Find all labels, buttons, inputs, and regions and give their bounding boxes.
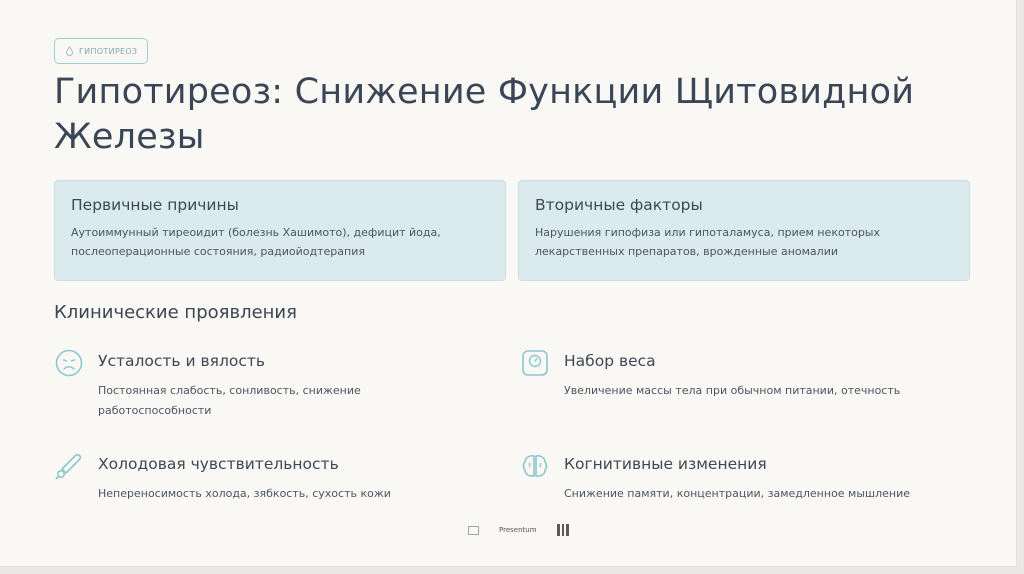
symptom-title: Усталость и вялость [98, 352, 266, 370]
slide: ГИПОТИРЕОЗ Гипотиреоз: Снижение Функции … [0, 0, 1017, 567]
card-text: Аутоиммунный тиреоидит (болезнь Хашимото… [71, 226, 441, 258]
symptom-title: Набор веса [564, 352, 656, 370]
brain-icon [522, 455, 548, 477]
symptom-text: Снижение памяти, концентрации, замедленн… [564, 487, 911, 500]
primary-causes-card: Первичные причины Аутоиммунный тиреоидит… [54, 180, 506, 281]
secondary-factors-card: Вторичные факторы Нарушения гипофиза или… [518, 180, 970, 281]
scale-icon [522, 350, 548, 376]
symptom-text: Непереносимость холода, зябкость, сухост… [98, 487, 391, 500]
qr-code-icon [556, 524, 569, 536]
topic-badge-label: ГИПОТИРЕОЗ [79, 46, 138, 56]
thermometer-icon [55, 453, 82, 480]
page-title: Гипотиреоз: Снижение Функции Щитовидной … [54, 72, 915, 157]
symptom-text: Увеличение массы тела при обычном питани… [564, 384, 901, 397]
topic-badge: ГИПОТИРЕОЗ [54, 38, 149, 64]
footer-brand: Presentum [499, 526, 537, 534]
footer: Presentum [468, 522, 569, 538]
sad-face-icon [55, 349, 83, 377]
card-title: Первичные причины [71, 196, 239, 214]
card-title: Вторичные факторы [535, 196, 703, 214]
screen-icon [468, 525, 479, 535]
card-text: Нарушения гипофиза или гипоталамуса, при… [535, 226, 881, 258]
symptom-title: Когнитивные изменения [564, 455, 767, 473]
section-title: Клинические проявления [54, 302, 297, 323]
drop-icon [66, 46, 73, 56]
symptom-title: Холодовая чувствительность [98, 455, 339, 473]
symptom-text: Постоянная слабость, сонливость, снижени… [98, 384, 361, 417]
